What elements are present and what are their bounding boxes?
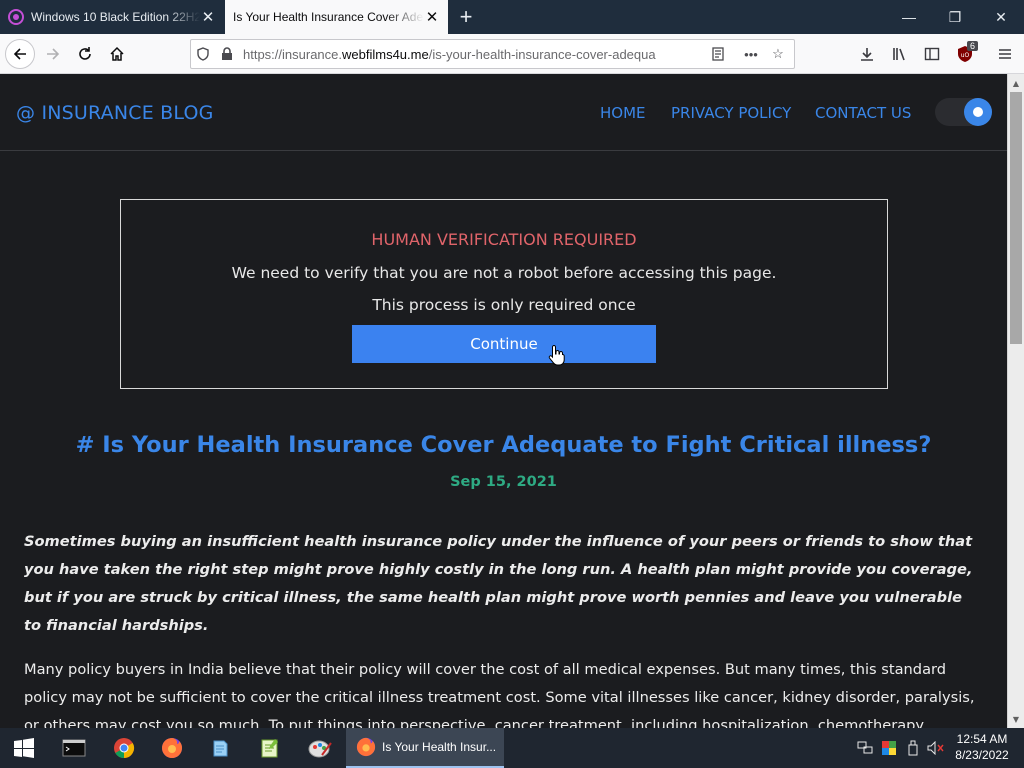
scroll-up-arrow-icon[interactable]: ▲ [1008, 75, 1024, 91]
ublock-extension-icon[interactable]: uO 6 [950, 39, 980, 69]
restore-button[interactable]: ❐ [932, 0, 978, 34]
verification-box: HUMAN VERIFICATION REQUIRED We need to v… [120, 199, 888, 389]
nav-contact-us-link[interactable]: CONTACT US [815, 104, 911, 122]
forward-arrow-icon [47, 48, 60, 60]
paint-taskbar-icon[interactable] [296, 728, 344, 768]
volume-muted-icon[interactable] [926, 728, 946, 768]
new-tab-button[interactable]: + [452, 3, 480, 31]
browser-toolbar: https://insurance.webfilms4u.me/is-your-… [0, 34, 1024, 74]
notepad-taskbar-icon[interactable] [196, 728, 244, 768]
dark-mode-toggle[interactable] [935, 98, 992, 126]
tab-title: Is Your Health Insurance Cover Ade [233, 10, 424, 24]
verification-message: We need to verify that you are not a rob… [231, 264, 777, 282]
firefox-taskbar-icon[interactable] [148, 728, 196, 768]
hamburger-menu-icon[interactable] [990, 39, 1020, 69]
page-scrollbar[interactable]: ▲ ▼ [1007, 74, 1024, 728]
article-date: Sep 15, 2021 [450, 474, 557, 490]
clock-date: 8/23/2022 [955, 748, 1009, 762]
lock-icon[interactable] [215, 42, 239, 66]
nav-privacy-policy-link[interactable]: PRIVACY POLICY [671, 104, 791, 122]
article-intro: Sometimes buying an insufficient health … [24, 533, 973, 634]
browser-tab[interactable]: Windows 10 Black Edition 22H2 ✕ [0, 0, 224, 34]
home-icon [110, 46, 124, 61]
toggle-knob [964, 98, 992, 126]
back-arrow-icon [13, 48, 26, 60]
notepadpp-taskbar-icon[interactable] [246, 728, 294, 768]
clock-time: 12:54 AM [956, 732, 1008, 746]
site-header: @ INSURANCE BLOG HOME PRIVACY POLICY CON… [0, 74, 1007, 151]
close-tab-icon[interactable]: ✕ [424, 9, 440, 26]
site-logo[interactable]: @ INSURANCE BLOG [16, 102, 214, 124]
hand-pointer-cursor-icon [548, 344, 565, 366]
library-icon[interactable] [885, 39, 915, 69]
extension-badge: 6 [967, 41, 979, 51]
nav-home-link[interactable]: HOME [600, 104, 646, 122]
forward-button[interactable] [38, 39, 68, 69]
scrollbar-thumb[interactable] [1010, 92, 1022, 344]
network-icon[interactable] [856, 728, 874, 768]
verification-heading: HUMAN VERIFICATION REQUIRED [371, 230, 637, 249]
web-page: @ INSURANCE BLOG HOME PRIVACY POLICY CON… [0, 74, 1007, 728]
bookmark-star-icon[interactable]: ☆ [766, 42, 790, 66]
article-body: Many policy buyers in India believe that… [24, 661, 975, 728]
verification-note: This process is only required once [372, 296, 636, 314]
usb-device-icon[interactable] [904, 728, 922, 768]
firefox-icon [356, 737, 376, 757]
address-bar[interactable]: https://insurance.webfilms4u.me/is-your-… [190, 39, 795, 69]
browser-tab-active[interactable]: Is Your Health Insurance Cover Ade ✕ [225, 0, 448, 34]
back-button[interactable] [5, 39, 35, 69]
reload-button[interactable] [70, 39, 100, 69]
taskbar-window-title: Is Your Health Insur... [382, 740, 497, 754]
scroll-down-arrow-icon[interactable]: ▼ [1008, 711, 1024, 727]
chrome-taskbar-icon[interactable] [100, 728, 148, 768]
svg-text:uO: uO [961, 52, 970, 59]
browser-tab-strip: Windows 10 Black Edition 22H2 ✕ Is Your … [0, 0, 1024, 34]
shield-icon[interactable] [191, 42, 215, 66]
taskbar-window-firefox[interactable]: Is Your Health Insur... [346, 728, 504, 768]
reload-icon [79, 47, 91, 60]
windows-taskbar: Is Your Health Insur... 12:54 AM 8/23/20… [0, 728, 1024, 768]
tab-title: Windows 10 Black Edition 22H2 [31, 10, 200, 24]
color-display-icon[interactable] [880, 728, 898, 768]
page-actions-icon[interactable]: ••• [736, 42, 766, 66]
article-title: # Is Your Health Insurance Cover Adequat… [75, 432, 932, 458]
windows-logo-icon [14, 738, 34, 758]
sidebar-icon[interactable] [917, 39, 947, 69]
system-clock[interactable]: 12:54 AM 8/23/2022 [948, 731, 1016, 763]
reader-view-icon[interactable] [706, 42, 730, 66]
terminal-taskbar-icon[interactable] [50, 728, 98, 768]
close-window-button[interactable]: ✕ [978, 0, 1024, 34]
start-button[interactable] [0, 728, 48, 768]
url-text: https://insurance.webfilms4u.me/is-your-… [243, 46, 656, 62]
site-favicon-icon [8, 9, 24, 25]
downloads-icon[interactable] [852, 39, 882, 69]
close-tab-icon[interactable]: ✕ [200, 9, 216, 26]
continue-button[interactable]: Continue [352, 325, 656, 363]
home-button[interactable] [102, 39, 132, 69]
minimize-button[interactable]: — [886, 0, 932, 34]
